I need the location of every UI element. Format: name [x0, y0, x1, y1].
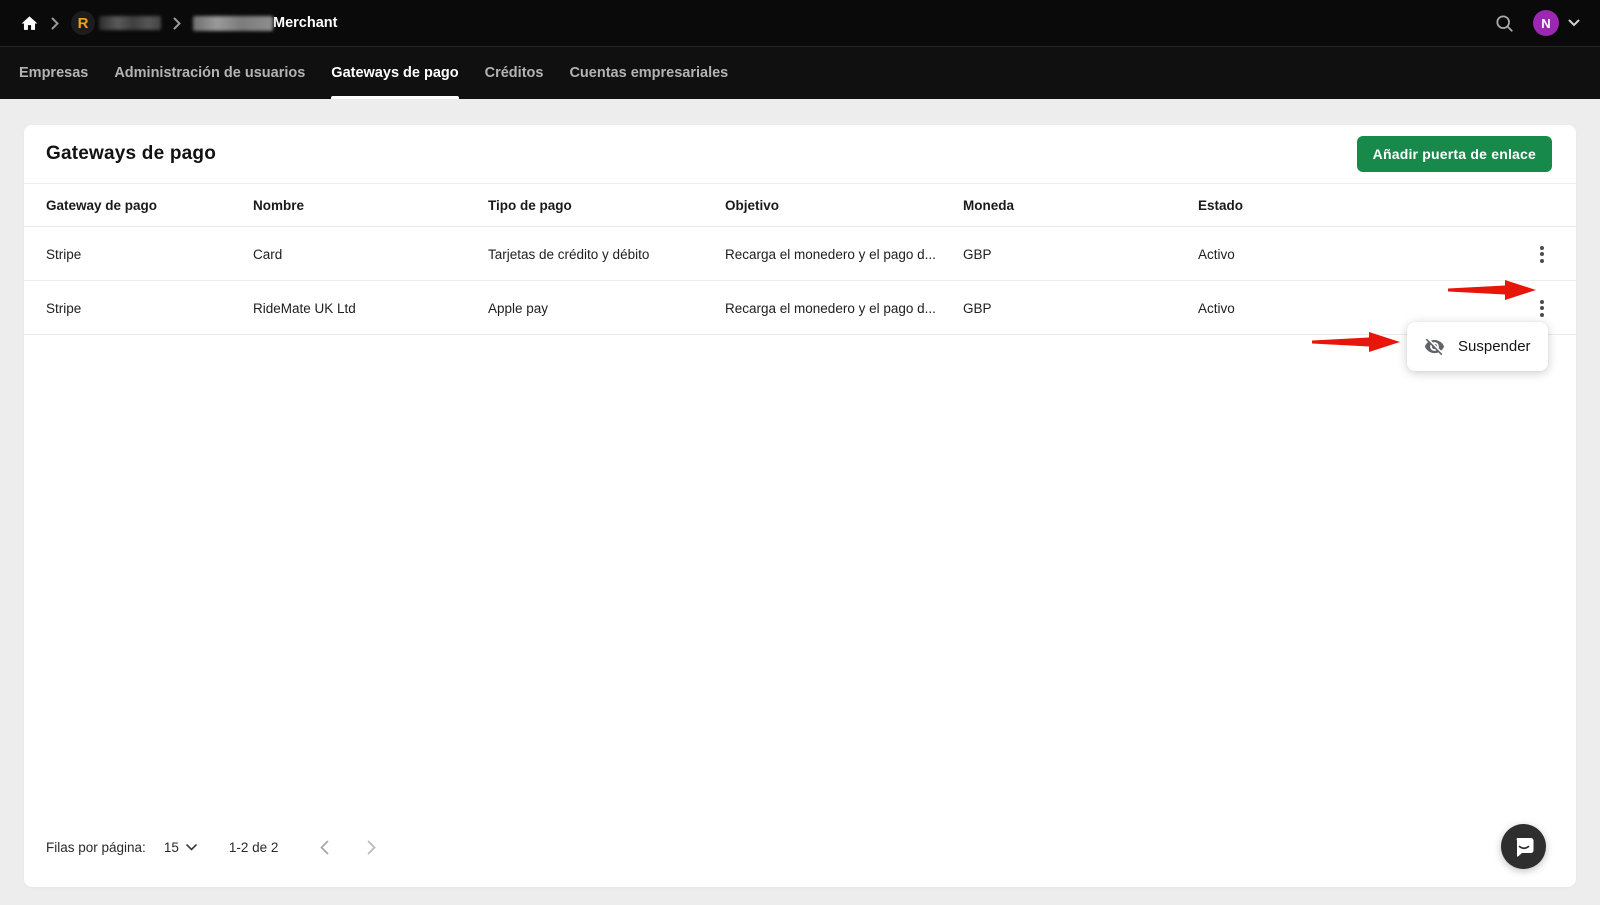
- tab-cuentas-empresariales[interactable]: Cuentas empresariales: [569, 47, 728, 99]
- chevron-down-icon: [186, 844, 197, 851]
- chevron-right-icon: [173, 17, 181, 30]
- redacted-org-name: [99, 16, 161, 30]
- breadcrumb: R Merchant: [20, 11, 337, 35]
- annotation-arrow-to-kebab: [1448, 278, 1536, 307]
- cell-moneda: GBP: [963, 280, 1198, 335]
- chevron-down-icon: [1568, 19, 1580, 27]
- eye-off-icon: [1424, 336, 1445, 357]
- cell-estado: Activo: [1198, 226, 1516, 281]
- col-tipo-de-pago: Tipo de pago: [488, 183, 725, 227]
- gateways-card: Gateways de pago Añadir puerta de enlace…: [24, 125, 1576, 887]
- chat-launcher-icon[interactable]: [1501, 824, 1546, 869]
- table-header-row: Gateway de pago Nombre Tipo de pago Obje…: [24, 183, 1576, 227]
- pagination-range: 1-2 de 2: [228, 840, 279, 855]
- search-icon[interactable]: [1494, 13, 1515, 34]
- col-objetivo: Objetivo: [725, 183, 963, 227]
- home-icon[interactable]: [20, 14, 39, 33]
- page-title: Gateways de pago: [46, 143, 217, 164]
- context-menu-suspender[interactable]: Suspender: [1407, 322, 1548, 371]
- pagination: Filas por página: 15 1-2 de 2: [46, 840, 377, 855]
- col-moneda: Moneda: [963, 183, 1198, 227]
- col-actions: [1516, 183, 1576, 227]
- suspend-menu-item-label: Suspender: [1458, 338, 1531, 355]
- rows-per-page-label: Filas por página:: [46, 840, 146, 855]
- table-row: Stripe Card Tarjetas de crédito y débito…: [24, 226, 1576, 281]
- cell-moneda: GBP: [963, 226, 1198, 281]
- redacted-merchant-name: [193, 15, 273, 31]
- avatar: N: [1533, 10, 1559, 36]
- tab-empresas[interactable]: Empresas: [19, 47, 88, 99]
- breadcrumb-org[interactable]: R: [71, 11, 161, 35]
- topbar: R Merchant N: [0, 0, 1600, 46]
- annotation-arrow-to-menu: [1312, 330, 1400, 359]
- cell-tipo: Apple pay: [488, 280, 725, 335]
- merchant-label: Merchant: [273, 15, 338, 31]
- rows-per-page-select[interactable]: 15: [164, 840, 197, 855]
- cell-gateway: Stripe: [24, 226, 253, 281]
- tab-administracion-de-usuarios[interactable]: Administración de usuarios: [114, 47, 305, 99]
- chevron-right-icon: [51, 17, 59, 30]
- cell-objetivo: Recarga el monedero y el pago d...: [725, 280, 963, 335]
- cell-gateway: Stripe: [24, 280, 253, 335]
- topbar-actions: N: [1494, 10, 1580, 36]
- user-menu[interactable]: N: [1533, 10, 1580, 36]
- table-row: Stripe RideMate UK Ltd Apple pay Recarga…: [24, 280, 1576, 335]
- gateways-table: Gateway de pago Nombre Tipo de pago Obje…: [24, 183, 1576, 335]
- add-gateway-button[interactable]: Añadir puerta de enlace: [1356, 136, 1552, 172]
- col-estado: Estado: [1198, 183, 1516, 227]
- cell-nombre: Card: [253, 226, 488, 281]
- row-kebab-menu-icon[interactable]: [1530, 242, 1554, 266]
- tab-bar: Empresas Administración de usuarios Gate…: [0, 46, 1600, 99]
- cell-tipo: Tarjetas de crédito y débito: [488, 226, 725, 281]
- org-logo: R: [71, 11, 95, 35]
- next-page-icon[interactable]: [367, 840, 377, 855]
- card-header: Gateways de pago Añadir puerta de enlace: [24, 125, 1576, 183]
- tab-gateways-de-pago[interactable]: Gateways de pago: [331, 47, 459, 99]
- rows-per-page-value: 15: [163, 840, 179, 855]
- cell-nombre: RideMate UK Ltd: [253, 280, 488, 335]
- previous-page-icon[interactable]: [320, 840, 329, 855]
- breadcrumb-merchant[interactable]: Merchant: [193, 15, 337, 31]
- col-nombre: Nombre: [253, 183, 488, 227]
- cell-objetivo: Recarga el monedero y el pago d...: [725, 226, 963, 281]
- tab-creditos[interactable]: Créditos: [485, 47, 544, 99]
- col-gateway: Gateway de pago: [24, 183, 253, 227]
